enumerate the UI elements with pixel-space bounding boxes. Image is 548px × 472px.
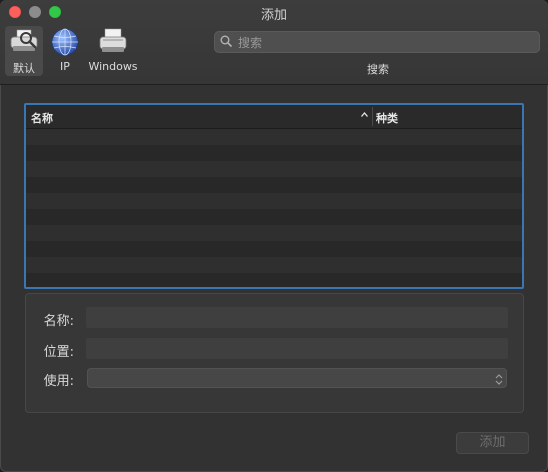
- globe-network-icon: [50, 27, 80, 60]
- list-item[interactable]: [26, 273, 522, 287]
- column-divider[interactable]: [372, 107, 373, 126]
- use-label: 使用:: [43, 374, 74, 389]
- chevron-updown-icon: [495, 371, 503, 390]
- windows-printer-icon: [97, 27, 129, 60]
- list-rows: [26, 129, 522, 287]
- list-item[interactable]: [26, 193, 522, 209]
- list-item[interactable]: [26, 145, 522, 161]
- toolbar-item-label: 默认: [13, 62, 35, 75]
- list-item[interactable]: [26, 177, 522, 193]
- titlebar: 添加 默认 IP Windows 搜索 搜索: [0, 0, 548, 85]
- add-button[interactable]: 添加: [456, 432, 529, 454]
- use-driver-popup[interactable]: [87, 368, 507, 388]
- list-header: 名称 种类: [26, 105, 522, 129]
- search-icon: [220, 35, 232, 47]
- sort-ascending-icon[interactable]: [360, 109, 369, 124]
- default-printer-icon: [8, 27, 40, 60]
- list-item[interactable]: [26, 209, 522, 225]
- toolbar-item-label: IP: [60, 60, 70, 73]
- list-item[interactable]: [26, 225, 522, 241]
- window-title: 添加: [260, 8, 287, 23]
- toolbar-item-label: Windows: [88, 60, 138, 73]
- toolbar-item-ip[interactable]: IP: [46, 26, 84, 76]
- location-field[interactable]: [86, 338, 508, 359]
- column-header-name[interactable]: 名称: [31, 110, 53, 126]
- printer-list[interactable]: 名称 种类: [24, 103, 524, 289]
- list-item[interactable]: [26, 161, 522, 177]
- search-label: 搜索: [367, 63, 389, 76]
- add-printer-window: 添加 默认 IP Windows 搜索 搜索 名称 种类 名称: 位置: 使用:…: [0, 0, 548, 472]
- toolbar-item-windows[interactable]: Windows: [88, 26, 138, 76]
- search-input[interactable]: [236, 33, 538, 53]
- location-label: 位置:: [43, 345, 74, 360]
- list-item[interactable]: [26, 257, 522, 273]
- name-field[interactable]: [86, 307, 508, 328]
- printer-details-panel: 名称: 位置: 使用:: [25, 293, 524, 413]
- list-item[interactable]: [26, 129, 522, 145]
- toolbar-item-default[interactable]: 默认: [5, 26, 43, 76]
- list-item[interactable]: [26, 241, 522, 257]
- search-field[interactable]: [214, 31, 540, 53]
- column-header-type[interactable]: 种类: [376, 110, 398, 126]
- name-label: 名称:: [43, 314, 74, 329]
